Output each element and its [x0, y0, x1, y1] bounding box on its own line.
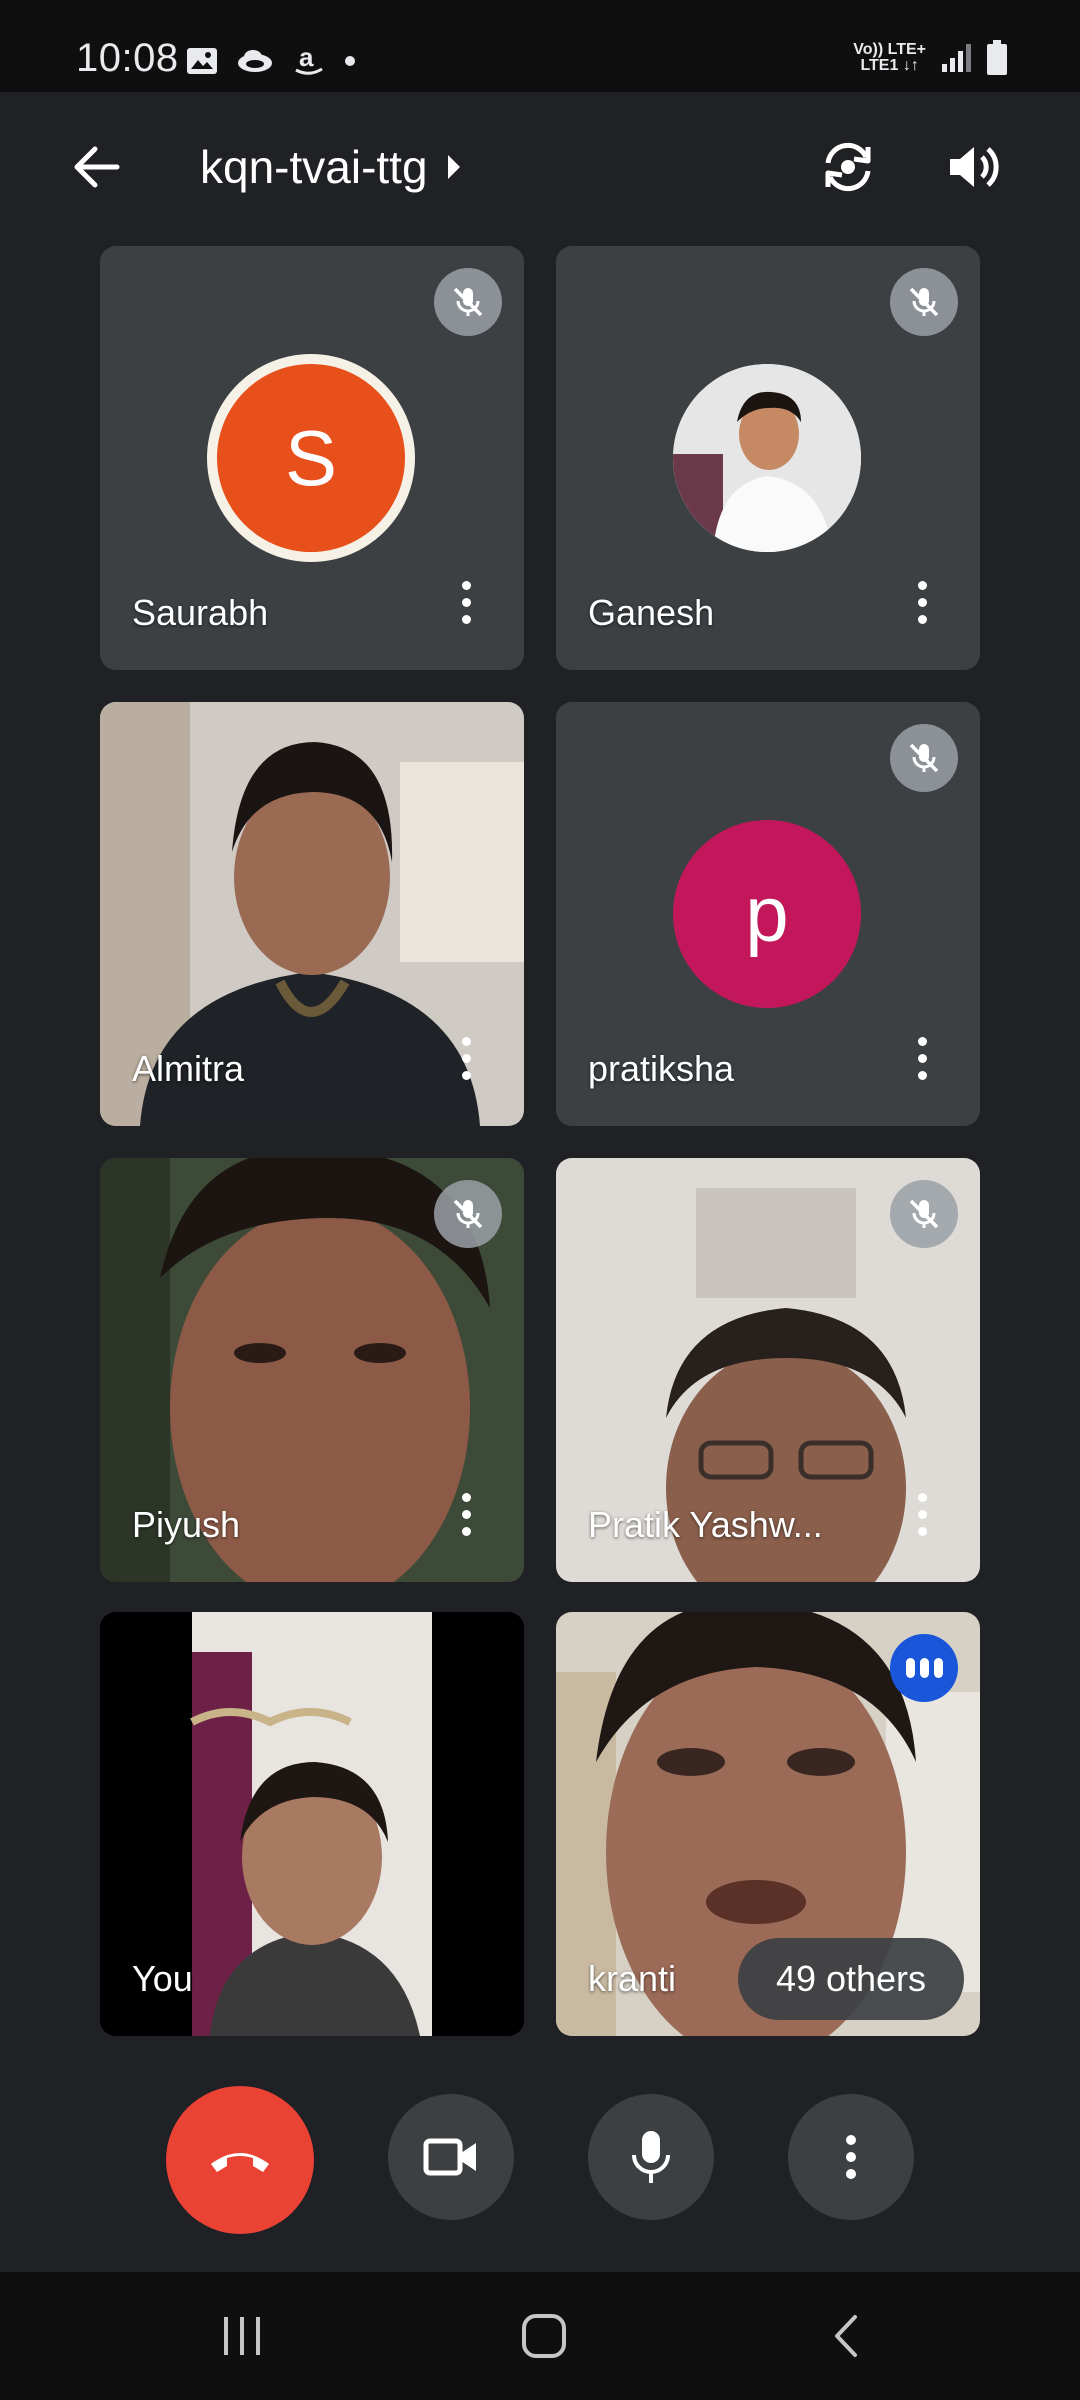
status-bar: 10:08 a Vo)) LTE+ LTE1 ↓↑	[0, 0, 1080, 92]
back-button[interactable]	[56, 127, 136, 207]
profile-photo	[673, 364, 861, 552]
video-camera-icon	[423, 2138, 476, 2176]
mic-off-icon	[890, 1180, 958, 1248]
participant-name: Saurabh	[132, 592, 269, 633]
app-bar: kqn-tvai-ttg	[0, 92, 1080, 242]
avatar-initial: S	[284, 413, 338, 502]
avatar	[673, 364, 861, 552]
status-time: 10:08	[76, 36, 179, 80]
participant-name: kranti	[588, 1958, 677, 1999]
more-options-button[interactable]	[788, 2094, 914, 2220]
back-icon	[835, 2315, 857, 2357]
mic-off-icon	[434, 1180, 502, 1248]
dot-icon	[345, 56, 355, 66]
image-icon	[187, 48, 217, 74]
switch-camera-button[interactable]	[808, 127, 888, 207]
participant-name: You	[132, 1958, 193, 1999]
audio-output-button[interactable]	[934, 127, 1014, 207]
speaker-icon	[950, 147, 999, 187]
avatar-initial: p	[745, 869, 789, 958]
mic-off-icon	[890, 724, 958, 792]
recent-apps-button[interactable]	[162, 2272, 322, 2400]
network-bottom-label: LTE1 ↓↑	[860, 57, 919, 74]
more-vert-icon[interactable]	[454, 572, 478, 632]
microphone-icon	[632, 2131, 670, 2183]
participant-name: Almitra	[132, 1048, 245, 1089]
participant-tile[interactable]: Ganesh	[556, 246, 980, 670]
home-button[interactable]	[464, 2272, 624, 2400]
meeting-info-button[interactable]: kqn-tvai-ttg	[200, 140, 462, 194]
microphone-toggle-button[interactable]	[588, 2094, 714, 2220]
recent-apps-icon	[224, 2317, 260, 2355]
participant-name: pratiksha	[588, 1048, 735, 1089]
participant-tile[interactable]: Pratik Yashw...	[556, 1158, 980, 1582]
status-notification-icons: a	[186, 44, 356, 78]
participant-name: Pratik Yashw...	[588, 1504, 823, 1545]
network-top-label: Vo)) LTE+	[853, 41, 926, 58]
network-indicator: Vo)) LTE+ LTE1 ↓↑	[853, 42, 926, 74]
mic-off-icon	[890, 268, 958, 336]
more-vert-icon[interactable]	[910, 1484, 934, 1544]
end-call-icon	[211, 2153, 269, 2172]
end-call-button[interactable]	[166, 2086, 314, 2234]
self-view-tile[interactable]: You	[100, 1612, 524, 2036]
participant-name: Ganesh	[588, 592, 715, 633]
status-system-icons: Vo)) LTE+ LTE1 ↓↑	[853, 40, 1008, 76]
system-back-button[interactable]	[766, 2272, 926, 2400]
meeting-code: kqn-tvai-ttg	[200, 141, 428, 193]
cloud-icon	[238, 50, 272, 72]
participant-tile[interactable]: S Saurabh	[100, 246, 524, 670]
svg-text:a: a	[299, 44, 314, 72]
back-arrow-icon	[74, 146, 120, 188]
more-vert-icon[interactable]	[454, 1484, 478, 1544]
avatar: p	[673, 820, 861, 1008]
camera-toggle-button[interactable]	[388, 2094, 514, 2220]
participant-tile[interactable]: Piyush	[100, 1158, 524, 1582]
amazon-icon: a	[295, 44, 323, 75]
home-icon	[522, 2314, 566, 2358]
avatar: S	[217, 364, 405, 552]
mic-off-icon	[434, 268, 502, 336]
caret-right-icon	[447, 155, 460, 179]
others-button[interactable]: 49 others	[738, 1938, 964, 2020]
participant-name: Piyush	[132, 1504, 241, 1545]
switch-camera-icon	[825, 142, 871, 192]
more-options-icon	[846, 2135, 856, 2179]
speaking-indicator-icon	[890, 1634, 958, 1702]
battery-icon	[987, 40, 1007, 75]
signal-icon	[942, 44, 971, 72]
more-vert-icon[interactable]	[910, 1028, 934, 1088]
participant-tile[interactable]: p pratiksha	[556, 702, 980, 1126]
participant-tile[interactable]: Almitra	[100, 702, 524, 1126]
more-vert-icon[interactable]	[910, 572, 934, 632]
system-nav-bar	[0, 2272, 1080, 2400]
more-vert-icon[interactable]	[454, 1028, 478, 1088]
